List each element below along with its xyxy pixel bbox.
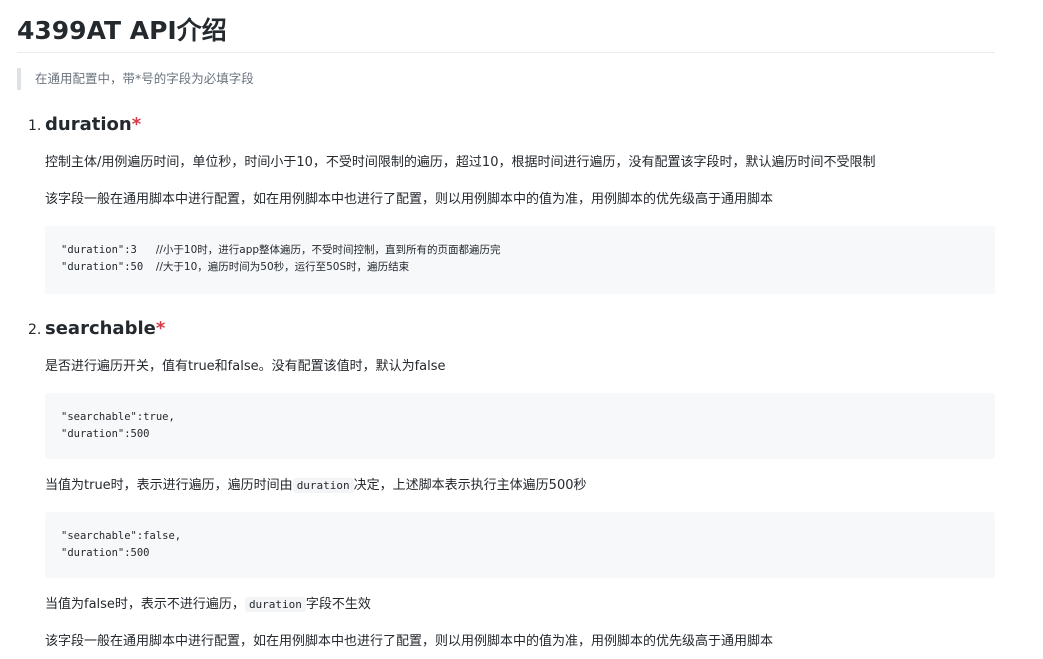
text-span: 字段不生效 [305, 597, 371, 612]
text-span: 决定，上述脚本表示执行主体遍历500秒 [353, 478, 587, 493]
code-text: "duration":3 [61, 244, 156, 256]
required-mark: * [155, 318, 166, 339]
required-fields-note: 在通用配置中，带*号的字段为必填字段 [17, 68, 254, 90]
section-heading-duration: 1. duration* [28, 111, 141, 139]
inline-code: duration [244, 597, 306, 612]
section-number: 1. [28, 118, 42, 134]
code-line: "searchable":true, [61, 411, 175, 423]
code-line: "duration":500 [61, 547, 150, 559]
searchable-false-explanation: 当值为false时，表示不进行遍历， duration 字段不生效 [45, 595, 371, 615]
searchable-true-code-block: "searchable":true, "duration":500 [45, 393, 995, 459]
code-comment: //小于10时，进行app整体遍历，不受时间控制，直到所有的页面都遍历完 [155, 244, 501, 256]
section-heading-text: duration [45, 114, 132, 135]
code-text: "duration":50 [61, 261, 156, 273]
searchable-description: 是否进行遍历开关，值有true和false。没有配置该值时，默认为false [45, 359, 446, 374]
section-number: 2. [28, 322, 42, 338]
section-heading-text: searchable [45, 318, 156, 339]
code-line: "searchable":false, [61, 530, 182, 542]
duration-code-block: "duration":3 //小于10时，进行app整体遍历，不受时间控制，直到… [45, 226, 995, 294]
duration-priority-note: 该字段一般在通用脚本中进行配置，如在用例脚本中也进行了配置，则以用例脚本中的值为… [45, 192, 774, 207]
searchable-true-explanation: 当值为true时，表示进行遍历，遍历时间由 duration 决定，上述脚本表示执行… [45, 476, 587, 496]
document-page: 4399AT API介绍 在通用配置中，带*号的字段为必填字段 1. durati… [0, 0, 1043, 659]
code-comment: //大于10，遍历时间为50秒，运行至50S时，遍历结束 [155, 261, 410, 273]
duration-description: 控制主体/用例遍历时间，单位秒，时间小于10，不受时间限制的遍历，超过10，根据… [45, 155, 876, 170]
text-span: 当值为true时，表示进行遍历，遍历时间由 [45, 478, 293, 493]
code-line: "duration":50 //大于10，遍历时间为50秒，运行至50S时，遍历… [61, 259, 979, 276]
inline-code: duration [292, 478, 354, 493]
searchable-false-code-block: "searchable":false, "duration":500 [45, 512, 995, 578]
required-mark: * [131, 114, 142, 135]
searchable-priority-note: 该字段一般在通用脚本中进行配置，如在用例脚本中也进行了配置，则以用例脚本中的值为… [45, 634, 774, 649]
section-heading-searchable: 2. searchable* [28, 315, 165, 343]
code-line: "duration":3 //小于10时，进行app整体遍历，不受时间控制，直到… [61, 242, 979, 259]
code-line: "duration":500 [61, 428, 150, 440]
text-span: 当值为false时，表示不进行遍历， [45, 597, 245, 612]
page-title: 4399AT API介绍 [17, 12, 995, 53]
